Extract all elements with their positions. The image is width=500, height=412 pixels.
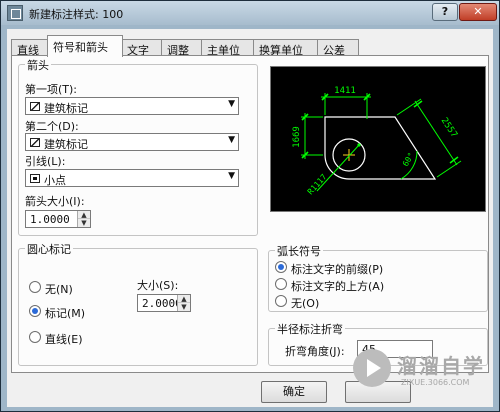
play-logo-icon: [353, 349, 391, 387]
dialog-window: 新建标注样式: 100 ? ✕ 直线 符号和箭头 文字 调整 主单位 换算单位 …: [0, 0, 500, 412]
radio-circle-icon: [29, 331, 41, 343]
ok-button[interactable]: 确定: [261, 381, 327, 403]
center-mark-size-label: 大小(S):: [137, 279, 179, 292]
arch-tick-icon: [30, 138, 40, 147]
stepper-buttons: ▲ ▼: [77, 211, 90, 227]
watermark-sub: ZIXUE.3066.COM: [401, 378, 470, 387]
tick-right-bottom: [449, 156, 459, 164]
center-mark-none-label: 无(N): [45, 283, 73, 296]
tab-tolerances[interactable]: 公差: [317, 39, 359, 57]
center-marks-group: 圆心标记 无(N) 标记(M) 直线(E) 大小(S): 2.0000 ▲ ▼: [18, 241, 258, 366]
chevron-down-icon: ▼: [228, 171, 235, 181]
second-arrow-value: 建筑标记: [44, 138, 88, 151]
arrow-size-label: 箭头大小(I):: [25, 195, 85, 208]
tab-alternate-units[interactable]: 换算单位: [253, 39, 319, 57]
radio-circle-icon: [275, 278, 287, 290]
radio-circle-icon: [29, 305, 41, 317]
arc-none-radio[interactable]: 无(O): [275, 293, 335, 310]
center-marks-title: 圆心标记: [25, 241, 73, 257]
watermark: 溜溜自学 ZIXUE.3066.COM: [351, 347, 500, 397]
leader-value: 小点: [44, 174, 66, 187]
radio-circle-icon: [275, 261, 287, 273]
tab-symbols-arrows[interactable]: 符号和箭头: [47, 35, 123, 57]
window-title: 新建标注样式: 100: [29, 8, 124, 21]
center-mark-size-stepper[interactable]: 2.0000 ▲ ▼: [137, 294, 191, 312]
center-mark-line-radio[interactable]: 直线(E): [29, 329, 109, 346]
center-mark-size-value: 2.0000: [142, 297, 182, 310]
center-mark-mark-radio[interactable]: 标记(M): [29, 303, 109, 320]
stepper-down-icon[interactable]: ▼: [78, 219, 90, 227]
first-arrow-value: 建筑标记: [44, 102, 88, 115]
chevron-down-icon: ▼: [228, 99, 235, 109]
tab-text[interactable]: 文字: [121, 39, 163, 57]
dimension-preview: 1411 1669 2557 60° R1117: [270, 66, 486, 212]
dim-ext-right-top: [396, 98, 422, 116]
tab-fit[interactable]: 调整: [161, 39, 203, 57]
radius-leader-dot: [357, 143, 361, 147]
tab-panel: 箭头 第一项(T): 建筑标记 ▼ 第二个(D): 建筑标记 ▼ 引线(L): …: [11, 55, 489, 373]
dim-text-right: 2557: [439, 116, 459, 140]
dim-text-left: 1669: [292, 126, 302, 148]
radius-jog-title: 半径标注折弯: [275, 321, 345, 337]
second-arrow-label: 第二个(D):: [25, 120, 79, 133]
leader-label: 引线(L):: [25, 155, 66, 168]
stepper-buttons: ▲ ▼: [177, 295, 190, 311]
first-arrow-label: 第一项(T):: [25, 83, 78, 96]
second-arrow-select[interactable]: 建筑标记 ▼: [25, 133, 239, 151]
dim-text-top: 1411: [334, 86, 356, 96]
first-arrow-select[interactable]: 建筑标记 ▼: [25, 97, 239, 115]
center-mark-line-label: 直线(E): [45, 333, 83, 346]
arc-length-group: 弧长符号 标注文字的前缀(P) 标注文字的上方(A) 无(O): [268, 243, 488, 312]
arrow-size-stepper[interactable]: 1.0000 ▲ ▼: [25, 210, 91, 228]
tab-lines[interactable]: 直线: [11, 39, 49, 57]
dim-text-radius: R1117: [306, 172, 329, 196]
arc-length-title: 弧长符号: [275, 243, 323, 259]
arrow-size-value: 1.0000: [30, 213, 70, 226]
dot-small-icon: [30, 174, 40, 183]
arc-prefix-radio[interactable]: 标注文字的前缀(P): [275, 259, 395, 276]
arch-tick-icon: [30, 102, 40, 111]
stepper-up-icon[interactable]: ▲: [78, 211, 90, 219]
tab-primary-units[interactable]: 主单位: [201, 39, 255, 57]
close-button[interactable]: ✕: [459, 3, 497, 21]
jog-angle-label: 折弯角度(J):: [285, 345, 345, 358]
app-icon: [7, 5, 23, 21]
help-button[interactable]: ?: [432, 3, 458, 21]
arc-none-label: 无(O): [291, 297, 320, 310]
watermark-main: 溜溜自学: [397, 354, 485, 378]
dim-ext-right-bottom: [436, 160, 462, 178]
arc-above-radio[interactable]: 标注文字的上方(A): [275, 276, 395, 293]
stepper-up-icon[interactable]: ▲: [178, 295, 190, 303]
arrowheads-title: 箭头: [25, 57, 51, 73]
arc-above-label: 标注文字的上方(A): [291, 280, 385, 293]
stepper-down-icon[interactable]: ▼: [178, 303, 190, 311]
center-mark-none-radio[interactable]: 无(N): [29, 279, 99, 296]
arc-prefix-label: 标注文字的前缀(P): [291, 263, 384, 276]
leader-select[interactable]: 小点 ▼: [25, 169, 239, 187]
center-mark-mark-label: 标记(M): [45, 307, 86, 320]
chevron-down-icon: ▼: [228, 135, 235, 145]
title-bar[interactable]: 新建标注样式: 100 ? ✕: [1, 1, 499, 25]
radio-circle-icon: [29, 281, 41, 293]
preview-drawing: 1411 1669 2557 60° R1117: [292, 86, 462, 196]
radio-circle-icon: [275, 295, 287, 307]
arrowheads-group: 箭头 第一项(T): 建筑标记 ▼ 第二个(D): 建筑标记 ▼ 引线(L): …: [18, 57, 258, 236]
